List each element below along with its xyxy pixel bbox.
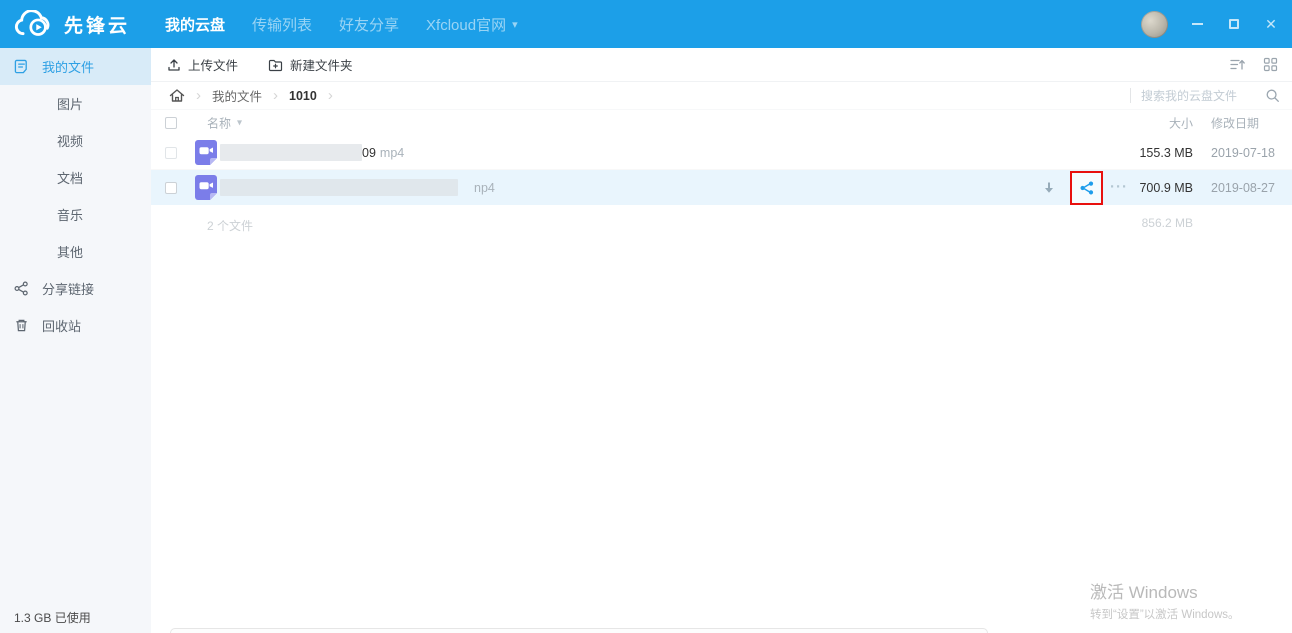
sidebar-item-label: 其他 <box>57 245 84 260</box>
search-icon[interactable] <box>1265 88 1280 103</box>
minimize-button[interactable] <box>1189 16 1205 32</box>
tab-transfer-list[interactable]: 传输列表 <box>252 14 312 35</box>
new-folder-button[interactable]: 新建文件夹 <box>268 55 353 74</box>
file-count: 2 个文件 <box>207 219 254 233</box>
sidebar-item-share-links[interactable]: 分享链接 <box>0 270 151 307</box>
sidebar-item-music[interactable]: 音乐 <box>0 196 151 233</box>
maximize-icon <box>1229 19 1239 29</box>
column-header-name[interactable]: 名称 ▾ <box>207 115 242 132</box>
user-avatar[interactable] <box>1141 10 1168 38</box>
file-row[interactable]: np4 ··· 700.9 MB 2019-08-27 <box>151 170 1292 205</box>
app-logo: 先锋云 <box>0 9 151 39</box>
table-summary: 2 个文件 856.2 MB <box>151 205 1292 241</box>
trash-icon <box>14 318 29 333</box>
minimize-icon <box>1191 23 1203 25</box>
close-icon: ✕ <box>1265 16 1277 32</box>
file-date: 2019-08-27 <box>1211 180 1275 195</box>
watermark-subtitle: 转到“设置”以激活 Windows。 <box>1090 609 1240 621</box>
sidebar-item-label: 音乐 <box>57 208 84 223</box>
divider <box>1130 88 1131 103</box>
sidebar-item-other[interactable]: 其他 <box>0 233 151 270</box>
column-header-date[interactable]: 修改日期 <box>1211 115 1292 132</box>
file-extension: np4 <box>474 180 495 195</box>
bottom-sheet-edge <box>170 628 988 633</box>
sidebar: 我的文件 图片 视频 文档 音乐 其他 分享链接 回收站 1.3 GB 已使用 <box>0 48 151 633</box>
tab-official-site[interactable]: Xfcloud官网 ▾ <box>426 14 518 35</box>
sort-caret-icon: ▾ <box>237 117 243 129</box>
main-nav: 我的云盘 传输列表 好友分享 Xfcloud官网 ▾ <box>165 14 518 35</box>
close-button[interactable]: ✕ <box>1263 16 1279 32</box>
sidebar-item-images[interactable]: 图片 <box>0 85 151 122</box>
tab-my-cloud-drive[interactable]: 我的云盘 <box>165 14 225 35</box>
list-view-sort-icon[interactable] <box>1229 57 1246 72</box>
sidebar-item-label: 我的文件 <box>42 60 95 75</box>
download-icon[interactable] <box>1042 180 1056 195</box>
redacted-file-name <box>220 144 362 161</box>
breadcrumb-my-files[interactable]: 我的文件 <box>212 86 262 105</box>
video-file-icon <box>195 140 217 165</box>
app-window: 先锋云 我的云盘 传输列表 好友分享 Xfcloud官网 ▾ ✕ 我的文件 图片… <box>0 0 1292 633</box>
grid-view-icon[interactable] <box>1263 57 1278 72</box>
watermark-title: 激活 Windows <box>1090 583 1198 602</box>
view-controls <box>1229 57 1278 72</box>
video-file-icon <box>195 175 217 200</box>
upload-icon <box>167 58 181 72</box>
sidebar-item-label: 视频 <box>57 134 84 149</box>
file-icon <box>14 59 29 74</box>
breadcrumb: › 我的文件 › 1010 › <box>151 82 1292 110</box>
topbar-right: ✕ <box>1141 0 1279 48</box>
select-all-checkbox[interactable] <box>165 117 177 129</box>
windows-activation-watermark: 激活 Windows 转到“设置”以激活 Windows。 <box>1090 578 1240 622</box>
sidebar-item-label: 图片 <box>57 97 84 112</box>
file-size: 700.9 MB <box>1139 180 1193 195</box>
row-checkbox[interactable] <box>165 181 177 194</box>
column-header-size[interactable]: 大小 <box>1083 115 1193 132</box>
home-icon[interactable] <box>169 88 185 103</box>
redacted-file-name <box>220 179 458 196</box>
chevron-down-icon: ▾ <box>512 18 518 31</box>
search-input[interactable] <box>1141 88 1263 103</box>
chevron-right-icon: › <box>196 87 201 104</box>
sidebar-item-videos[interactable]: 视频 <box>0 122 151 159</box>
tab-friend-shares[interactable]: 好友分享 <box>339 14 399 35</box>
file-row[interactable]: 09 mp4 155.3 MB 2019-07-18 <box>151 136 1292 170</box>
chevron-right-icon: › <box>327 87 333 104</box>
sidebar-item-label: 分享链接 <box>42 282 95 297</box>
total-size: 856.2 MB <box>1141 216 1193 230</box>
file-name: 09 <box>362 145 376 160</box>
maximize-button[interactable] <box>1226 16 1242 32</box>
sidebar-item-label: 回收站 <box>42 319 82 334</box>
main-panel: 上传文件 新建文件夹 › 我的文件 › 1010 › 搜索我的云盘文件 名称 ▾… <box>151 48 1292 633</box>
sidebar-item-my-files[interactable]: 我的文件 <box>0 48 151 85</box>
upload-file-button[interactable]: 上传文件 <box>167 55 238 74</box>
table-header: 名称 ▾ 大小 修改日期 <box>151 110 1292 136</box>
file-date: 2019-07-18 <box>1211 145 1275 160</box>
sidebar-item-recycle-bin[interactable]: 回收站 <box>0 307 151 344</box>
row-checkbox[interactable] <box>165 146 177 159</box>
chevron-right-icon: › <box>273 87 279 104</box>
cloud-play-logo-icon <box>13 9 55 39</box>
sidebar-item-documents[interactable]: 文档 <box>0 159 151 196</box>
app-title: 先锋云 <box>64 15 131 37</box>
file-extension: mp4 <box>379 145 405 160</box>
file-size: 155.3 MB <box>1139 145 1193 160</box>
storage-usage: 1.3 GB 已使用 <box>14 611 91 625</box>
topbar: 先锋云 我的云盘 传输列表 好友分享 Xfcloud官网 ▾ ✕ <box>0 0 1292 48</box>
search-box <box>1130 88 1280 103</box>
share-nodes-icon <box>14 281 29 296</box>
sidebar-item-label: 文档 <box>57 171 84 186</box>
toolbar: 上传文件 新建文件夹 <box>151 48 1292 82</box>
new-folder-icon <box>268 58 283 72</box>
breadcrumb-current-folder[interactable]: 1010 <box>289 89 317 103</box>
